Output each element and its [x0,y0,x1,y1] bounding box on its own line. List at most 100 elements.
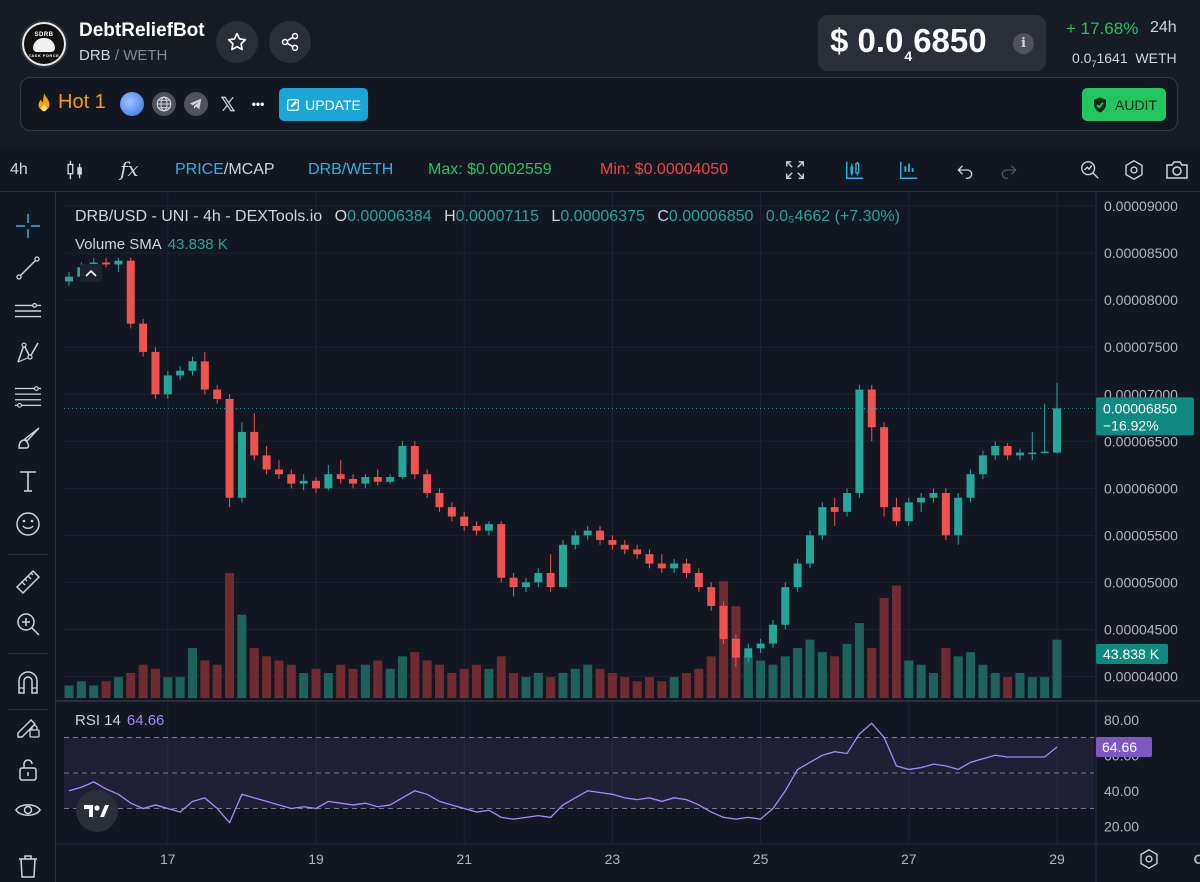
candle-body [954,497,963,536]
candle-body [596,530,605,541]
hot-rank-badge[interactable]: Hot 1 [34,91,106,114]
favorite-button[interactable] [216,21,258,63]
redo-icon[interactable] [996,157,1022,183]
candle-body [139,323,148,352]
time-tick-label: 23 [605,851,621,867]
candle-body [707,587,716,606]
compare-search-icon[interactable] [1077,157,1103,183]
candle-body [225,398,234,498]
volume-bar [706,656,716,698]
time-tick-label: 21 [456,851,472,867]
candle-body [534,573,543,583]
collapse-legend-button[interactable] [80,264,102,282]
candle-body [163,375,172,395]
pattern-icon[interactable] [14,339,42,367]
drawing-toolbar [0,192,56,882]
volume-bar [694,668,704,698]
candle-body [398,446,407,478]
candle-body [917,497,926,503]
indicators-button[interactable]: fx [120,157,139,181]
candle-body [386,477,395,482]
links-bar: Hot 1 ••• UPDATE AUDIT [20,77,1178,131]
price-tick-label: 0.00004500 [1104,621,1178,637]
volume-bar [990,673,1000,698]
volume-bar [546,677,556,698]
pair-label: DRB / WETH [79,47,168,64]
emoji-icon[interactable] [14,510,42,538]
interval-selector[interactable]: 4h [10,161,28,179]
volume-bar [64,685,74,698]
info-icon[interactable]: i [1013,33,1034,54]
audit-button[interactable]: AUDIT [1082,88,1166,121]
time-tick-label: 25 [753,851,769,867]
rsi-legend: RSI 14 64.66 [75,712,164,729]
price-mcap-toggle[interactable]: PRICE/MCAP [175,161,275,179]
fib-retracement-icon[interactable] [14,382,42,410]
tradingview-logo[interactable] [76,790,118,832]
volume-bar [286,664,296,698]
volume-bar [249,648,259,698]
candle-type-icon[interactable] [62,157,88,183]
candle-body [423,474,432,494]
website-icon[interactable] [152,92,176,116]
volume-bar [237,614,247,698]
toolbar-divider [8,554,48,555]
volume-bar [459,668,469,698]
rsi-tick-label: 80.00 [1104,712,1139,728]
price-chart-icon[interactable] [842,157,868,183]
min-price-label: Min: $0.00004050 [600,161,729,178]
undo-icon[interactable] [952,157,978,183]
horizontal-lines-icon[interactable] [14,297,42,325]
volume-bar [447,673,457,698]
candle-body [731,638,740,658]
candle-body [65,276,73,282]
share-button[interactable] [269,21,311,63]
camera-icon[interactable] [1164,157,1190,183]
trades-chart-icon[interactable] [896,157,922,183]
price-tick-label: 0.00005000 [1104,574,1178,590]
volume-bar [348,668,358,698]
trend-line-icon[interactable] [14,254,42,282]
more-links-icon[interactable]: ••• [246,92,270,116]
update-button[interactable]: UPDATE [279,88,368,121]
chart-settings-icon[interactable] [1121,157,1147,183]
price-chart[interactable]: 0.00009000 0.00008500 0.00008000 0.00007500… [56,192,1200,882]
candle-body [768,624,777,644]
current-price-label: 0.00006850 [1103,400,1177,416]
volume-bar [150,668,160,698]
fullscreen-icon[interactable] [782,157,808,183]
volume-bar [632,681,642,698]
volume-bar [743,656,753,698]
crosshair-icon[interactable] [14,212,42,240]
magnet-icon[interactable] [14,668,42,696]
chain-icon[interactable] [120,92,144,116]
volume-bar [1027,677,1037,698]
volume-bar [188,648,197,698]
ohlc-low-value: 0.00006375 [560,208,645,225]
unlock-icon[interactable] [14,755,42,783]
candle-body [509,577,518,588]
x-twitter-icon[interactable] [216,92,240,116]
visibility-icon[interactable] [14,796,42,824]
candle-body [978,455,987,475]
volume-tag-label: 43.838 K [1103,646,1160,662]
ohlc-legend: DRB/USD - UNI - 4h - DEXTools.io O0.0000… [75,208,900,226]
axis-settings-icon[interactable] [1136,846,1162,872]
candle-body [299,480,308,484]
audit-label: AUDIT [1115,96,1157,113]
trash-icon[interactable] [14,852,42,880]
edit-icon [287,98,299,111]
telegram-icon[interactable] [184,92,208,116]
zoom-in-icon[interactable] [14,610,42,638]
lock-drawing-icon[interactable] [14,712,42,740]
chart-toolbar: 4h fx PRICE/MCAP DRB/WETH Max: $0.000255… [0,148,1200,192]
weth-price: 0.071641 WETH [1072,50,1177,69]
hot-rank-label: Hot 1 [58,91,106,113]
brush-icon[interactable] [14,425,42,453]
volume-bar [175,677,185,698]
text-tool-icon[interactable] [14,467,42,495]
volume-bar [89,685,99,698]
pair-toggle[interactable]: DRB/WETH [308,161,393,179]
price-change: + 17.68% [1066,19,1139,38]
ruler-icon[interactable] [14,568,42,596]
